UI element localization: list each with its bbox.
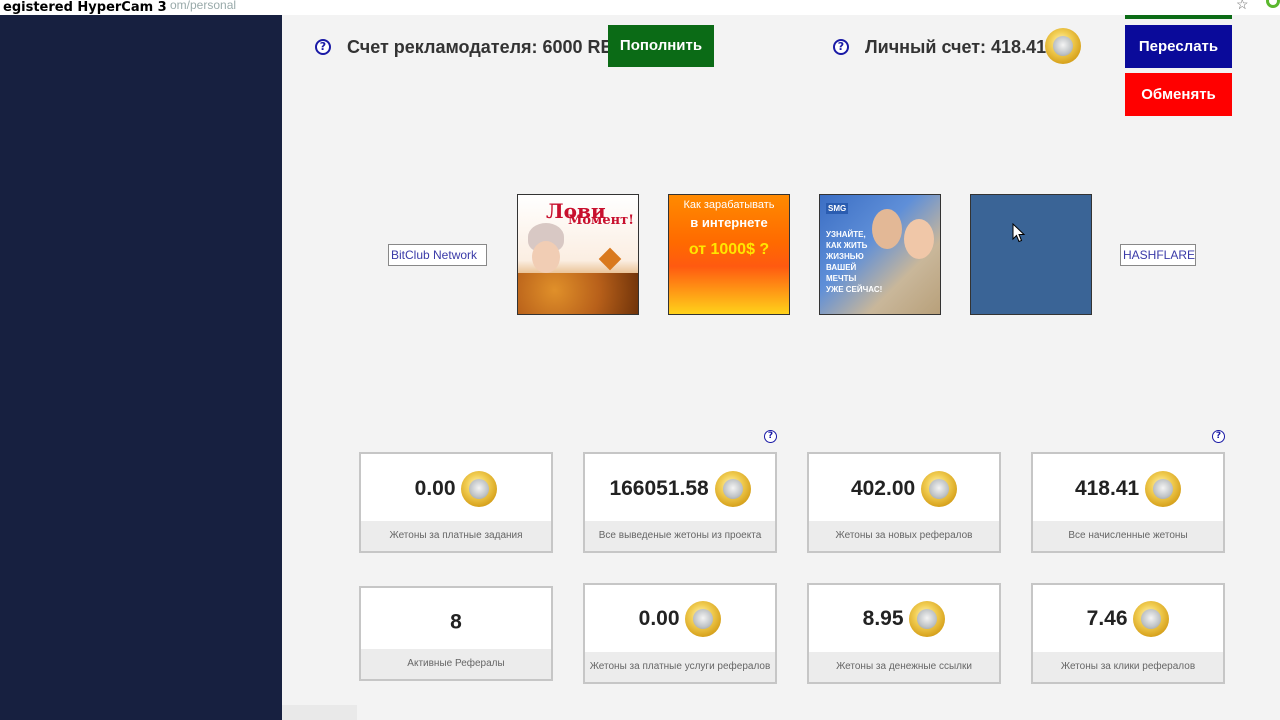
- banner-line: Как зарабатывать: [683, 199, 775, 211]
- stat-label: Активные Рефералы: [361, 649, 551, 679]
- help-icon[interactable]: ?: [315, 39, 331, 55]
- stat-card: 418.41 Все начисленные жетоны: [1031, 452, 1225, 553]
- stat-value: 418.41: [1074, 477, 1140, 500]
- banner-subtitle: Момент!: [568, 213, 634, 228]
- banner-line: ЖИЗНЬЮ: [826, 252, 864, 261]
- stat-label: Жетоны за новых рефералов: [809, 521, 999, 551]
- leaf-shape: [598, 247, 622, 271]
- hashflare-banner[interactable]: HASHFLARE: [1120, 244, 1196, 266]
- stat-card: 7.46 Жетоны за клики рефералов: [1031, 583, 1225, 684]
- token-coin-icon: [921, 471, 958, 507]
- banner-earn-online[interactable]: Как зарабатывать в интернете от 1000$ ?: [668, 194, 790, 315]
- footer-tab: [282, 705, 357, 720]
- stat-value: 8.95: [862, 607, 904, 630]
- stat-card: 0.00 Жетоны за платные задания: [359, 452, 553, 553]
- stat-value: 0.00: [638, 607, 680, 630]
- banner-line: в интернете: [690, 215, 768, 230]
- bookmark-star-icon[interactable]: ☆: [1236, 0, 1249, 13]
- browser-address-bar[interactable]: ru.com/personal ☆: [0, 0, 1280, 16]
- help-icon[interactable]: ?: [1212, 430, 1225, 443]
- stat-value: 166051.58: [609, 477, 709, 500]
- stat-card: 0.00 Жетоны за платные услуги рефералов: [583, 583, 777, 684]
- token-coin-icon: [714, 471, 751, 507]
- advertiser-balance: Счет рекламодателя: 6000 RE: [347, 37, 613, 57]
- stat-value: 0.00: [414, 477, 456, 500]
- person-shape: [904, 219, 934, 259]
- recorder-watermark: egistered HyperCam 3: [0, 0, 170, 15]
- stat-label: Все выведеные жетоны из проекта: [585, 521, 775, 551]
- stat-label: Жетоны за платные задания: [361, 521, 551, 551]
- stat-value: 7.46: [1086, 607, 1128, 630]
- topup-button[interactable]: Пополнить: [608, 25, 714, 67]
- forward-button[interactable]: Переслать: [1125, 25, 1232, 68]
- token-coin-icon: [1045, 28, 1081, 64]
- banner-dream-life[interactable]: SMG УЗНАЙТЕ, КАК ЖИТЬ ЖИЗНЬЮ ВАШЕЙ МЕЧТЫ…: [819, 194, 941, 315]
- stat-value: 8: [450, 610, 462, 634]
- token-coin-icon: [1133, 601, 1170, 637]
- token-coin-icon: [1145, 471, 1182, 507]
- exchange-button[interactable]: Обменять: [1125, 73, 1232, 116]
- bitclub-banner[interactable]: BitClub Network: [388, 244, 487, 266]
- broken-image-label: HASHFLARE: [1123, 248, 1196, 262]
- banner-brand: SMG: [826, 203, 849, 214]
- banner-catch-moment[interactable]: Лови Момент!: [517, 194, 639, 315]
- mouse-pointer-icon: [1012, 223, 1026, 243]
- stat-card: 402.00 Жетоны за новых рефералов: [807, 452, 1001, 553]
- top-button-edge: [1125, 15, 1232, 19]
- banner-line: КАК ЖИТЬ: [826, 241, 868, 250]
- person-shape: [872, 209, 902, 249]
- stat-card: 8 Активные Рефералы: [359, 586, 553, 681]
- help-icon[interactable]: ?: [833, 39, 849, 55]
- banner-line: от 1000$ ?: [688, 241, 770, 258]
- banner-line: МЕЧТЫ: [826, 274, 857, 283]
- sidebar: [0, 15, 282, 720]
- extension-icon[interactable]: [1266, 0, 1280, 8]
- stat-label: Все начисленные жетоны: [1033, 521, 1223, 551]
- stat-card: 166051.58 Все выведеные жетоны из проект…: [583, 452, 777, 553]
- stat-card: 8.95 Жетоны за денежные ссылки: [807, 583, 1001, 684]
- stat-value: 402.00: [850, 477, 916, 500]
- banner-line: ВАШЕЙ: [826, 263, 857, 272]
- face-shape: [532, 241, 560, 273]
- personal-balance: Личный счет: 418.41: [865, 37, 1047, 57]
- token-coin-icon: [909, 601, 946, 637]
- token-coin-icon: [461, 471, 498, 507]
- stat-label: Жетоны за денежные ссылки: [809, 652, 999, 682]
- banner-line: УЖЕ СЕЙЧАС!: [826, 285, 883, 294]
- help-icon[interactable]: ?: [764, 430, 777, 443]
- token-coin-icon: [685, 601, 722, 637]
- banner-blank[interactable]: [970, 194, 1092, 315]
- stat-label: Жетоны за платные услуги рефералов: [585, 652, 775, 682]
- broken-image-label: BitClub Network: [391, 248, 478, 262]
- leaves-shape: [518, 273, 638, 314]
- stat-label: Жетоны за клики рефералов: [1033, 652, 1223, 682]
